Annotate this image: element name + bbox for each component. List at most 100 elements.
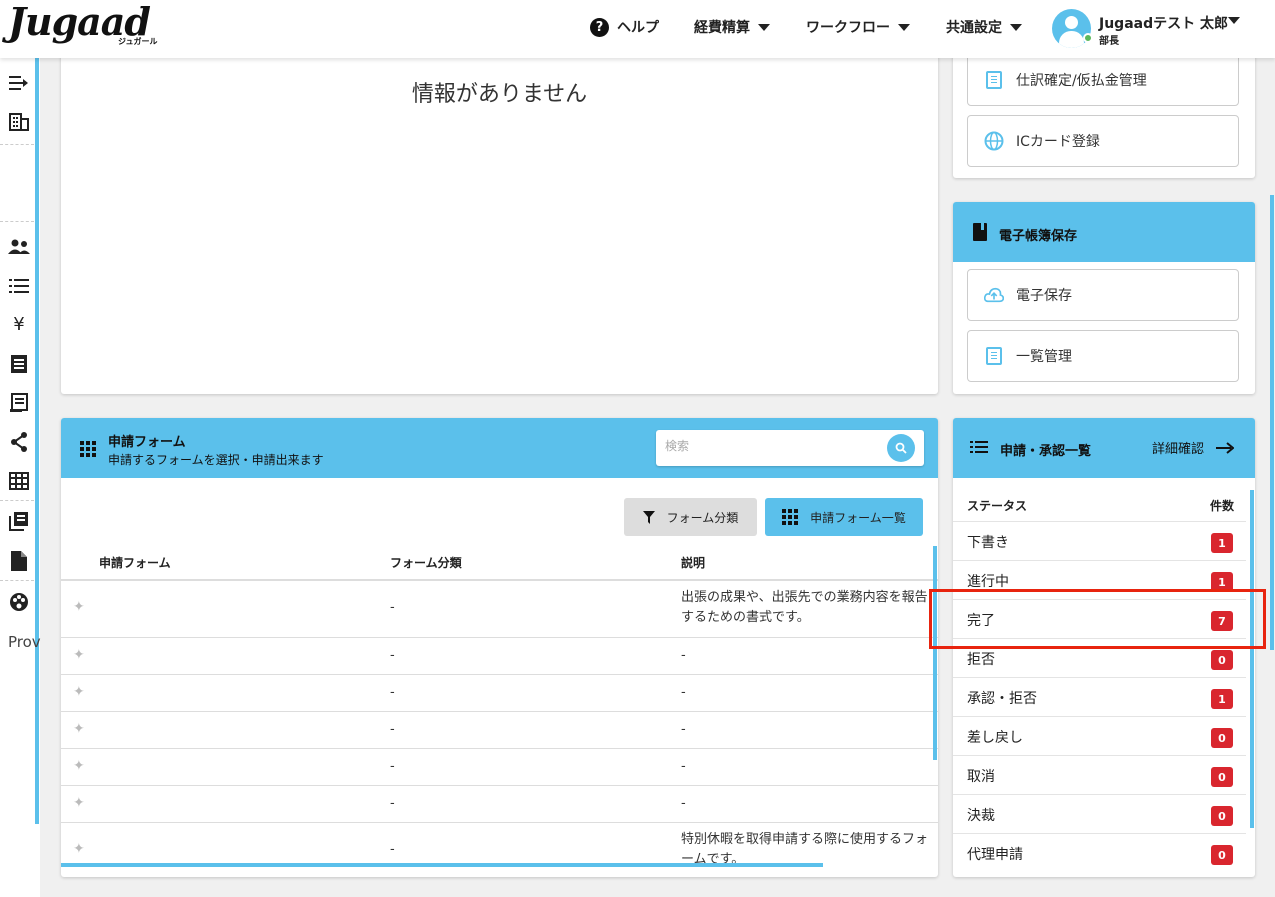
count-badge: 0 bbox=[1211, 767, 1233, 787]
table-icon[interactable] bbox=[8, 470, 30, 492]
category-cell: - bbox=[390, 842, 395, 857]
detail-link[interactable]: 詳細確認 bbox=[1152, 438, 1235, 457]
status-label: 承認・拒否 bbox=[967, 691, 1037, 707]
nav-label: 経費精算 bbox=[694, 20, 750, 36]
collapse-icon[interactable] bbox=[8, 72, 30, 94]
table-horizontal-scrollbar[interactable] bbox=[61, 863, 823, 867]
nav-settings-menu[interactable]: 共通設定 bbox=[946, 0, 1022, 54]
library-icon[interactable] bbox=[8, 510, 30, 532]
nav-workflow-menu[interactable]: ワークフロー bbox=[806, 0, 910, 54]
pin-icon[interactable]: ✦ bbox=[73, 647, 85, 663]
list-manage-link[interactable]: 一覧管理 bbox=[967, 330, 1239, 382]
filter-icon bbox=[642, 510, 655, 524]
table-vertical-scrollbar[interactable] bbox=[933, 546, 937, 760]
jugaad-logo[interactable]: Jugaad ジュガール bbox=[8, 2, 157, 47]
nav-label: ワークフロー bbox=[806, 20, 890, 36]
sidebar-scrollbar[interactable] bbox=[35, 58, 39, 824]
book-icon bbox=[973, 223, 987, 245]
status-label: 決裁 bbox=[967, 808, 995, 824]
empty-message: 情報がありません bbox=[411, 82, 588, 107]
top-header: Jugaad ジュガール ? ヘルプ 経費精算 ワークフロー 共通設定 Juga… bbox=[0, 0, 1275, 58]
panel-title: 申請・承認一覧 bbox=[1000, 444, 1092, 459]
button-label: 申請フォーム一覧 bbox=[810, 510, 906, 525]
people-icon[interactable] bbox=[8, 236, 30, 258]
count-badge: 1 bbox=[1211, 689, 1233, 709]
status-row-cancelled[interactable]: 取消 0 bbox=[953, 755, 1246, 794]
nav-expense-menu[interactable]: 経費精算 bbox=[694, 0, 770, 54]
user-role: 部長 bbox=[1099, 36, 1119, 47]
category-cell: - bbox=[390, 648, 395, 663]
document-icon bbox=[984, 70, 1004, 90]
count-badge: 1 bbox=[1211, 533, 1233, 553]
e-save-link[interactable]: 電子保存 bbox=[967, 269, 1239, 321]
nav-label: 共通設定 bbox=[946, 20, 1002, 36]
category-cell: - bbox=[390, 759, 395, 774]
column-header-count: 件数 bbox=[1210, 499, 1235, 513]
status-row-decision[interactable]: 決裁 0 bbox=[953, 794, 1246, 833]
description-cell: 出張の成果や、出張先での業務内容を報告するための書式です。 bbox=[681, 590, 928, 625]
caret-down-icon bbox=[898, 23, 910, 31]
ledger-icon[interactable] bbox=[8, 392, 30, 414]
form-search-input[interactable] bbox=[665, 439, 875, 453]
palette-icon[interactable] bbox=[8, 591, 30, 613]
status-label: 下書き bbox=[967, 535, 1009, 551]
detail-link-label: 詳細確認 bbox=[1152, 442, 1205, 457]
panel-title: 申請フォーム bbox=[108, 435, 186, 450]
row-divider bbox=[61, 637, 938, 638]
file-icon[interactable] bbox=[8, 550, 30, 572]
user-menu-caret-icon[interactable] bbox=[1228, 17, 1240, 24]
help-link[interactable]: ? ヘルプ bbox=[590, 0, 659, 54]
row-divider bbox=[61, 822, 938, 823]
column-header-form[interactable]: 申請フォーム bbox=[99, 554, 171, 571]
receipt-icon[interactable] bbox=[8, 353, 30, 375]
status-label: 拒否 bbox=[967, 652, 995, 668]
journal-confirm-link[interactable]: 仕訳確定/仮払金管理 bbox=[967, 54, 1239, 106]
pin-icon[interactable]: ✦ bbox=[73, 599, 85, 615]
ic-card-register-link[interactable]: ICカード登録 bbox=[967, 115, 1239, 167]
yen-icon[interactable]: ¥ bbox=[8, 313, 30, 335]
sidebar-divider bbox=[0, 144, 34, 145]
link-label: 電子保存 bbox=[1016, 288, 1072, 304]
accounting-links-card: 仕訳確定/仮払金管理 ICカード登録 bbox=[953, 50, 1255, 178]
description-cell: - bbox=[681, 796, 686, 811]
caret-down-icon bbox=[1010, 23, 1022, 31]
description-cell: - bbox=[681, 722, 686, 737]
search-button[interactable] bbox=[887, 434, 915, 462]
form-list-button[interactable]: 申請フォーム一覧 bbox=[765, 498, 923, 536]
category-cell: - bbox=[390, 796, 395, 811]
pin-icon[interactable]: ✦ bbox=[73, 758, 85, 774]
grid-icon bbox=[80, 441, 96, 457]
page-scrollbar[interactable] bbox=[1270, 195, 1274, 650]
column-header-description[interactable]: 説明 bbox=[681, 554, 705, 571]
pin-icon[interactable]: ✦ bbox=[73, 721, 85, 737]
status-row-proxy[interactable]: 代理申請 0 bbox=[953, 833, 1246, 872]
pin-icon[interactable]: ✦ bbox=[73, 841, 85, 857]
count-badge: 0 bbox=[1211, 728, 1233, 748]
status-row-approve-reject[interactable]: 承認・拒否 1 bbox=[953, 677, 1246, 716]
status-row-draft[interactable]: 下書き 1 bbox=[953, 521, 1246, 560]
description-cell: - bbox=[681, 685, 686, 700]
sidebar-bottom-label[interactable]: Prov bbox=[8, 633, 41, 651]
status-label: 差し戻し bbox=[967, 730, 1023, 746]
row-divider bbox=[61, 711, 938, 712]
status-list-scrollbar[interactable] bbox=[1250, 490, 1254, 828]
link-label: ICカード登録 bbox=[1016, 134, 1100, 150]
list-icon bbox=[970, 441, 988, 458]
user-name[interactable]: Jugaadテスト 太郎 bbox=[1099, 13, 1228, 33]
search-icon bbox=[895, 442, 907, 454]
pin-icon[interactable]: ✦ bbox=[73, 684, 85, 700]
category-cell: - bbox=[390, 722, 395, 737]
category-cell: - bbox=[390, 685, 395, 700]
count-badge: 0 bbox=[1211, 845, 1233, 865]
column-header-category[interactable]: フォーム分類 bbox=[390, 554, 462, 571]
status-label: 取消 bbox=[967, 769, 995, 785]
status-row-returned[interactable]: 差し戻し 0 bbox=[953, 716, 1246, 755]
help-label: ヘルプ bbox=[617, 20, 659, 36]
list-icon[interactable] bbox=[8, 275, 30, 297]
row-divider bbox=[61, 748, 938, 749]
form-category-filter-button[interactable]: フォーム分類 bbox=[624, 498, 757, 536]
building-icon[interactable] bbox=[8, 111, 30, 133]
pin-icon[interactable]: ✦ bbox=[73, 795, 85, 811]
header-divider bbox=[61, 579, 938, 581]
share-icon[interactable] bbox=[8, 431, 30, 453]
